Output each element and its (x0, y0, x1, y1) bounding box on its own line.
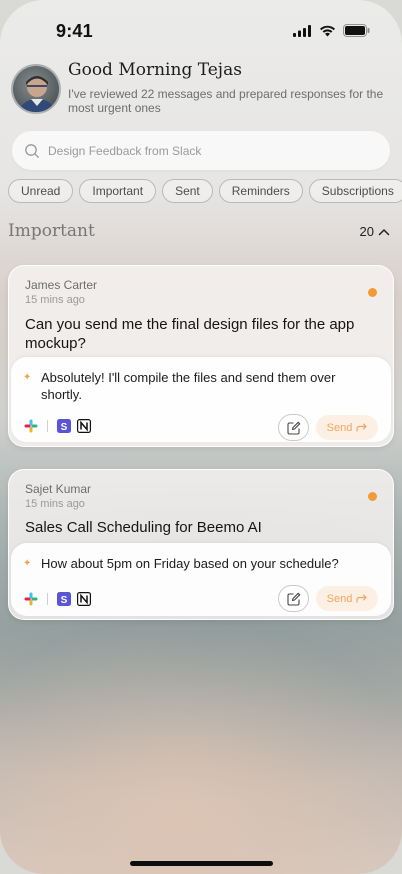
slack-icon[interactable] (24, 419, 38, 433)
filter-chips: Unread Important Sent Reminders Subscrip… (8, 179, 402, 203)
send-label: Send (326, 592, 353, 605)
message-card[interactable]: Sajet Kumar 15 mins ago Sales Call Sched… (8, 469, 394, 620)
edit-icon (286, 421, 300, 435)
unread-dot (368, 288, 377, 297)
section-count: 20 (359, 224, 374, 239)
filter-chip-reminders[interactable]: Reminders (218, 179, 303, 203)
edit-reply-button[interactable] (278, 585, 309, 612)
send-reply-button[interactable]: Send (316, 586, 378, 611)
message-subject: Can you send me the final design files f… (25, 316, 355, 352)
sparkle-icon: ✦ (23, 372, 32, 383)
battery-icon (343, 24, 370, 37)
chevron-up-icon (378, 228, 390, 235)
message-card[interactable]: James Carter 15 mins ago Can you send me… (8, 265, 394, 447)
home-indicator[interactable] (130, 861, 273, 866)
send-label: Send (326, 421, 353, 434)
filter-chip-sent[interactable]: Sent (162, 179, 213, 203)
message-subject: Sales Call Scheduling for Beemo AI (25, 519, 262, 536)
sparkle-icon: ✦ (23, 558, 32, 569)
status-icons (293, 24, 370, 37)
avatar[interactable] (11, 64, 61, 114)
svg-text:S: S (61, 422, 68, 433)
greeting: Good Morning Tejas (68, 60, 242, 80)
tools-divider (47, 420, 48, 432)
signal-icon (293, 24, 311, 37)
status-time: 9:41 (56, 21, 93, 41)
slack-icon[interactable] (24, 592, 38, 606)
s-app-icon[interactable]: S (57, 419, 71, 433)
filter-chip-subscriptions[interactable]: Subscriptions (308, 179, 402, 203)
reply-tools: S (24, 592, 91, 606)
search-input[interactable] (48, 143, 348, 158)
reply-tools: S (24, 419, 91, 433)
search-icon (25, 143, 39, 158)
message-sender: Sajet Kumar (25, 482, 92, 496)
reply-text[interactable]: How about 5pm on Friday based on your sc… (41, 555, 377, 572)
phone-screen: 9:41 Good Morning Tejas I've reviewed 22… (0, 0, 402, 874)
suggested-reply: ✦ Absolutely! I'll compile the files and… (11, 357, 391, 442)
tools-divider (47, 593, 48, 605)
edit-reply-button[interactable] (278, 414, 309, 441)
filter-chip-unread[interactable]: Unread (8, 179, 74, 203)
message-sender: James Carter (25, 278, 98, 292)
section-count-toggle[interactable]: 20 (360, 224, 390, 239)
filter-chip-important[interactable]: Important (79, 179, 157, 203)
search-bar[interactable] (12, 131, 390, 170)
send-reply-button[interactable]: Send (316, 415, 378, 440)
section-title: Important (8, 221, 95, 241)
s-app-icon[interactable]: S (57, 592, 71, 606)
message-time: 15 mins ago (25, 498, 85, 510)
avatar-photo (18, 76, 57, 112)
reply-text[interactable]: Absolutely! I'll compile the files and s… (41, 369, 377, 403)
status-bar: 9:41 (0, 0, 402, 60)
edit-icon (286, 592, 300, 606)
svg-text:S: S (61, 595, 68, 606)
suggested-reply: ✦ How about 5pm on Friday based on your … (11, 543, 391, 616)
send-arrow-icon (356, 423, 367, 432)
notion-icon[interactable] (77, 592, 91, 606)
wifi-icon (320, 25, 335, 36)
message-time: 15 mins ago (25, 294, 85, 306)
notion-icon[interactable] (77, 419, 91, 433)
unread-dot (368, 492, 377, 501)
summary-text: I've reviewed 22 messages and prepared r… (68, 87, 384, 115)
send-arrow-icon (356, 594, 367, 603)
